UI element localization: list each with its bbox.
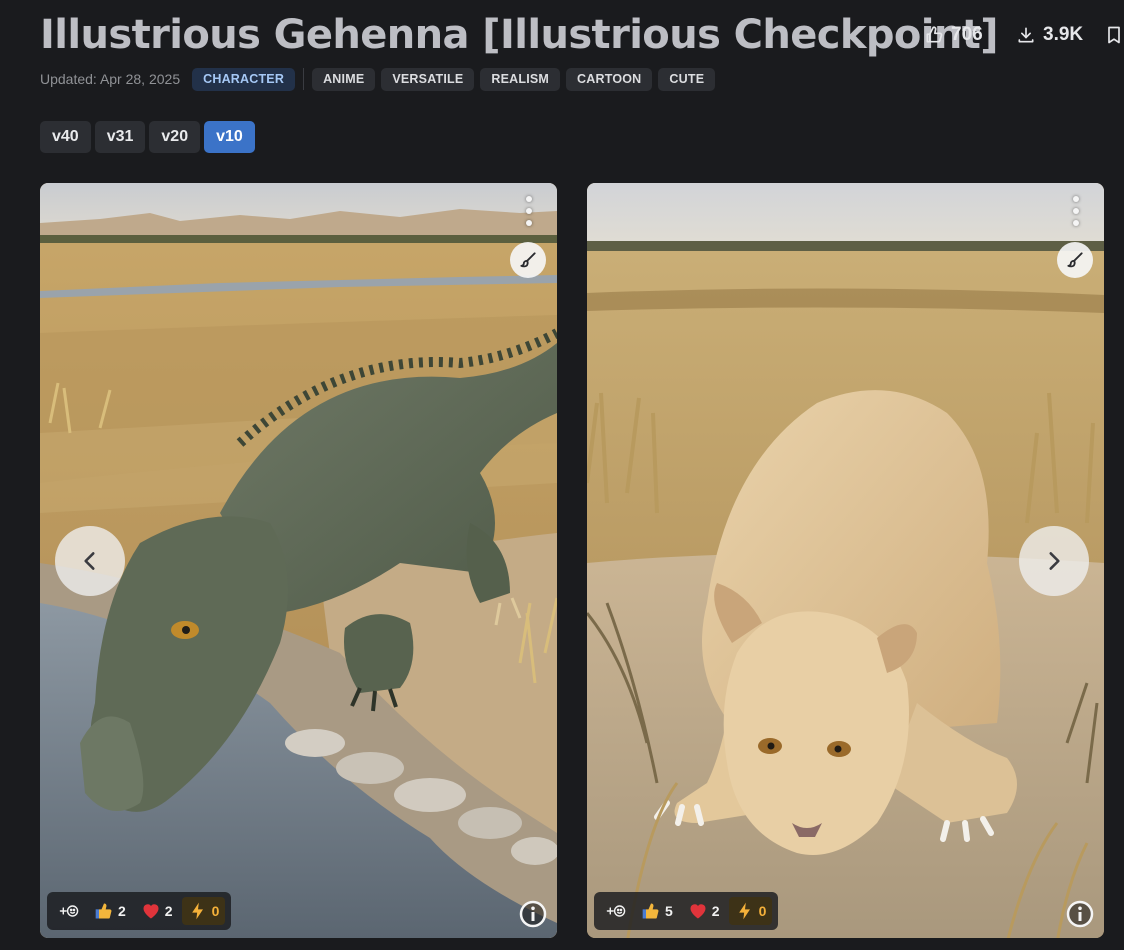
tag-anime[interactable]: ANIME	[312, 67, 376, 91]
reactions-bar: 2 2 0	[47, 892, 232, 930]
download-icon	[1018, 27, 1034, 43]
card-menu-button[interactable]	[1066, 196, 1086, 226]
version-v31[interactable]: v31	[94, 121, 146, 153]
thumbs-up-emoji-icon	[642, 903, 659, 919]
kebab-menu-icon	[1073, 196, 1079, 202]
info-icon[interactable]	[519, 900, 547, 928]
like-count: 5	[665, 903, 673, 919]
version-v10[interactable]: v10	[204, 121, 255, 153]
tag-cartoon[interactable]: CARTOON	[566, 67, 653, 91]
downloads-button[interactable]: 3.9K	[1004, 16, 1095, 54]
tag-cute[interactable]: CUTE	[658, 67, 716, 91]
heart-emoji-icon	[143, 904, 159, 919]
buzz-count: 0	[211, 903, 220, 919]
add-reaction-icon	[59, 905, 79, 917]
thumb-up-icon	[926, 26, 943, 43]
like-reaction[interactable]: 2	[88, 897, 132, 925]
lightning-icon	[738, 902, 750, 920]
buzz-tip-button[interactable]: 0	[728, 897, 773, 925]
info-icon[interactable]	[1066, 900, 1094, 928]
remix-button[interactable]	[1057, 242, 1093, 278]
heart-emoji-icon	[690, 904, 706, 919]
add-reaction-button[interactable]	[600, 897, 632, 925]
like-reaction[interactable]: 5	[635, 897, 679, 925]
tag-versatile[interactable]: VERSATILE	[381, 67, 475, 91]
reactions-bar: 5 2 0	[594, 892, 779, 930]
updated-date: Updated: Apr 28, 2025	[40, 71, 181, 87]
carousel-next-button[interactable]	[1019, 526, 1089, 596]
buzz-tip-button[interactable]: 0	[181, 897, 226, 925]
brush-icon	[520, 252, 536, 268]
likes-count: 706	[951, 24, 983, 45]
like-count: 2	[118, 903, 126, 919]
tag-character[interactable]: CHARACTER	[192, 67, 296, 91]
heart-count: 2	[711, 903, 720, 919]
likes-button[interactable]: 706	[912, 16, 995, 54]
card-menu-button[interactable]	[519, 196, 539, 226]
tag-realism[interactable]: REALISM	[480, 67, 561, 91]
heart-reaction[interactable]: 2	[682, 897, 726, 925]
add-reaction-button[interactable]	[53, 897, 85, 925]
lightning-icon	[191, 902, 203, 920]
chevron-left-icon	[84, 552, 95, 570]
tag-divider	[303, 68, 305, 90]
version-v20[interactable]: v20	[149, 121, 201, 153]
carousel-prev-button[interactable]	[55, 526, 125, 596]
thumbs-up-emoji-icon	[95, 903, 112, 919]
bookmark-icon	[1108, 26, 1120, 44]
version-v40[interactable]: v40	[40, 121, 91, 153]
meta-row: Updated: Apr 28, 2025 CHARACTER ANIME VE…	[40, 67, 716, 91]
page-title: Illustrious Gehenna [Illustrious Checkpo…	[40, 12, 999, 58]
bookmark-button[interactable]	[1096, 16, 1124, 54]
version-selector: v40 v31 v20 v10	[40, 121, 255, 153]
add-reaction-icon	[606, 905, 626, 917]
remix-button[interactable]	[510, 242, 546, 278]
heart-count: 2	[164, 903, 173, 919]
chevron-right-icon	[1049, 552, 1060, 570]
kebab-menu-icon	[526, 196, 532, 202]
heart-reaction[interactable]: 2	[135, 897, 179, 925]
buzz-count: 0	[758, 903, 767, 919]
downloads-count: 3.9K	[1043, 24, 1084, 45]
brush-icon	[1067, 252, 1083, 268]
